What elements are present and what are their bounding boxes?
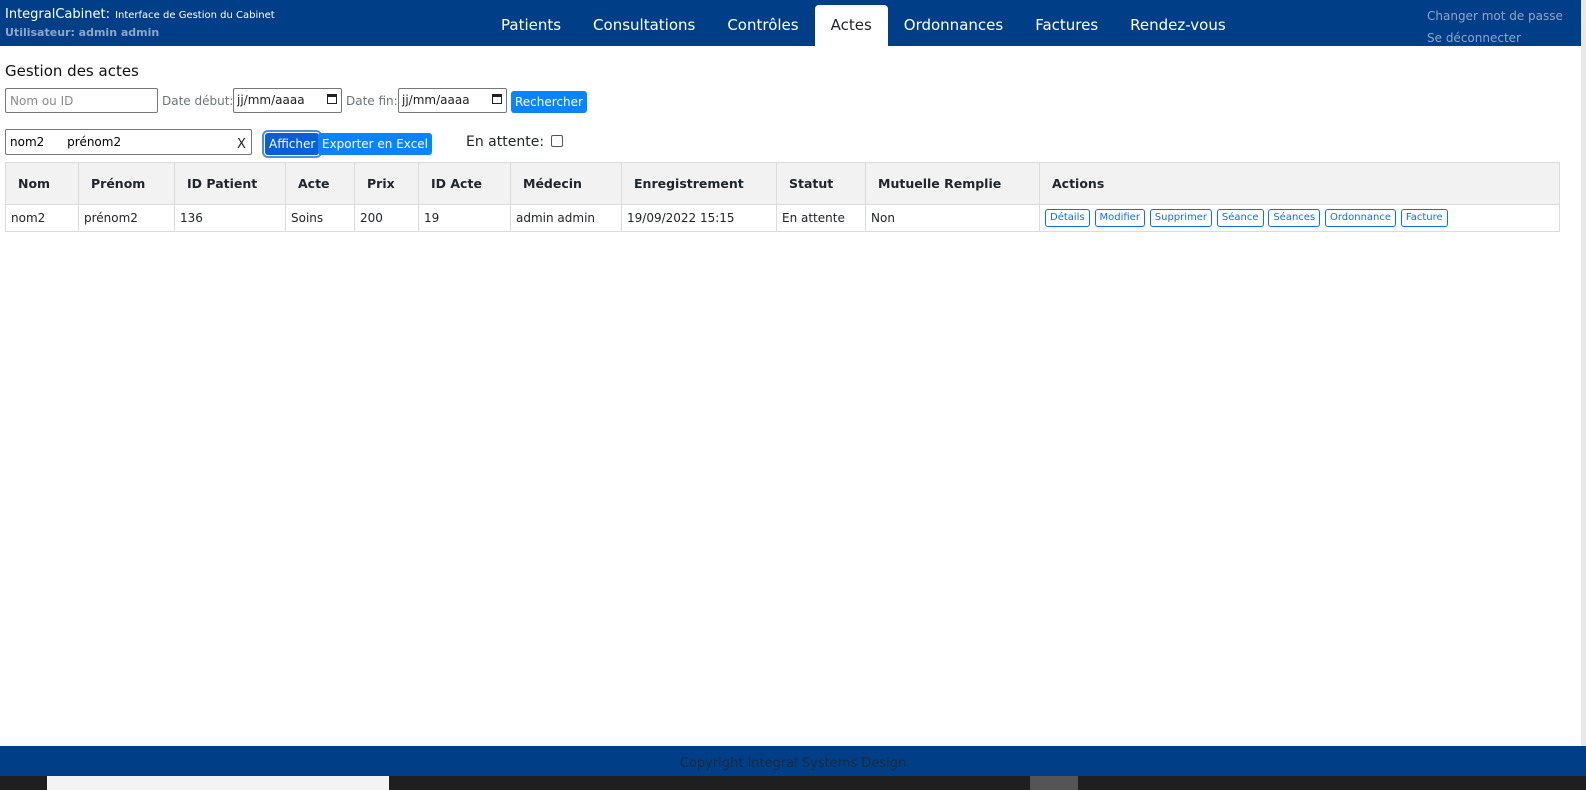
taskbar-item[interactable] xyxy=(47,776,389,790)
cell-prenom: prénom2 xyxy=(78,204,175,232)
column-header: Actions xyxy=(1039,162,1560,205)
brand: IntegralCabinet: Interface de Gestion du… xyxy=(5,5,275,41)
vertical-scrollbar[interactable] xyxy=(1581,0,1586,746)
sessions-button[interactable]: Séances xyxy=(1268,209,1321,227)
edit-button[interactable]: Modifier xyxy=(1094,209,1145,227)
tab-patients[interactable]: Patients xyxy=(485,5,577,46)
footer: Copyright Integral Systems Design xyxy=(0,746,1586,776)
cell-mutuelle: Non xyxy=(865,204,1040,232)
patient-filter-input[interactable] xyxy=(5,129,252,155)
name-or-id-input[interactable] xyxy=(5,88,158,113)
delete-button[interactable]: Supprimer xyxy=(1149,209,1213,227)
current-user: Utilisateur: admin admin xyxy=(5,26,160,39)
tab-controles[interactable]: Contrôles xyxy=(711,5,814,46)
date-start-input[interactable]: jj/mm/aaaa xyxy=(233,88,342,113)
column-header: Médecin xyxy=(510,162,622,205)
main-nav: Patients Consultations Contrôles Actes O… xyxy=(485,5,1242,46)
table-header-row: Nom Prénom ID Patient Acte Prix ID Acte … xyxy=(5,162,1560,205)
table-row: nom2 prénom2 136 Soins 200 19 admin admi… xyxy=(5,204,1560,232)
pending-label: En attente: xyxy=(466,134,545,150)
top-navbar: IntegralCabinet: Interface de Gestion du… xyxy=(0,0,1586,46)
show-button[interactable]: Afficher xyxy=(261,130,323,158)
tab-rendez-vous[interactable]: Rendez-vous xyxy=(1114,5,1242,46)
tab-actes[interactable]: Actes xyxy=(814,5,888,46)
prescription-button[interactable]: Ordonnance xyxy=(1324,209,1397,227)
column-header: Enregistrement xyxy=(621,162,777,205)
date-end-label: Date fin: xyxy=(346,94,398,108)
details-button[interactable]: Détails xyxy=(1045,209,1090,227)
column-header: ID Acte xyxy=(418,162,511,205)
app-subtitle: Interface de Gestion du Cabinet xyxy=(115,10,275,21)
column-header: ID Patient xyxy=(174,162,286,205)
clear-filter-button[interactable]: X xyxy=(237,137,246,152)
change-password-link[interactable]: Changer mot de passe xyxy=(1427,5,1563,27)
cell-enregistrement: 19/09/2022 15:15 xyxy=(621,204,777,232)
column-header: Mutuelle Remplie xyxy=(865,162,1040,205)
date-start-label: Date début: xyxy=(162,94,234,108)
tab-factures[interactable]: Factures xyxy=(1019,5,1114,46)
cell-nom: nom2 xyxy=(5,204,79,232)
cell-statut: En attente xyxy=(776,204,866,232)
column-header: Prénom xyxy=(78,162,175,205)
calendar-icon[interactable] xyxy=(327,94,337,104)
cell-acte: Soins xyxy=(285,204,355,232)
column-header: Statut xyxy=(776,162,866,205)
tab-consultations[interactable]: Consultations xyxy=(577,5,711,46)
date-end-value: jj/mm/aaaa xyxy=(402,93,470,107)
column-header: Acte xyxy=(285,162,355,205)
tab-ordonnances[interactable]: Ordonnances xyxy=(888,5,1019,46)
session-button[interactable]: Séance xyxy=(1216,209,1264,227)
export-excel-button[interactable]: Exporter en Excel xyxy=(318,133,433,155)
date-start-value: jj/mm/aaaa xyxy=(237,93,305,107)
pending-checkbox[interactable] xyxy=(551,135,563,147)
invoice-button[interactable]: Facture xyxy=(1400,209,1448,227)
column-header: Nom xyxy=(5,162,79,205)
account-links: Changer mot de passe Se déconnecter xyxy=(1427,5,1563,49)
cell-prix: 200 xyxy=(354,204,419,232)
column-header: Prix xyxy=(354,162,419,205)
calendar-icon[interactable] xyxy=(492,94,502,104)
cell-actions: Détails Modifier Supprimer Séance Séance… xyxy=(1039,204,1560,232)
search-button[interactable]: Rechercher xyxy=(511,91,587,113)
date-end-input[interactable]: jj/mm/aaaa xyxy=(398,88,507,113)
taskbar-item[interactable] xyxy=(1030,776,1078,790)
cell-medecin: admin admin xyxy=(510,204,622,232)
page-title: Gestion des actes xyxy=(5,62,139,80)
cell-id-acte: 19 xyxy=(418,204,511,232)
app-name: IntegralCabinet: xyxy=(5,7,110,22)
taskbar-strip xyxy=(0,776,1586,790)
actes-table: Nom Prénom ID Patient Acte Prix ID Acte … xyxy=(5,162,1560,232)
logout-link[interactable]: Se déconnecter xyxy=(1427,27,1563,49)
cell-id-patient: 136 xyxy=(174,204,286,232)
copyright-text: Copyright Integral Systems Design xyxy=(679,756,907,771)
